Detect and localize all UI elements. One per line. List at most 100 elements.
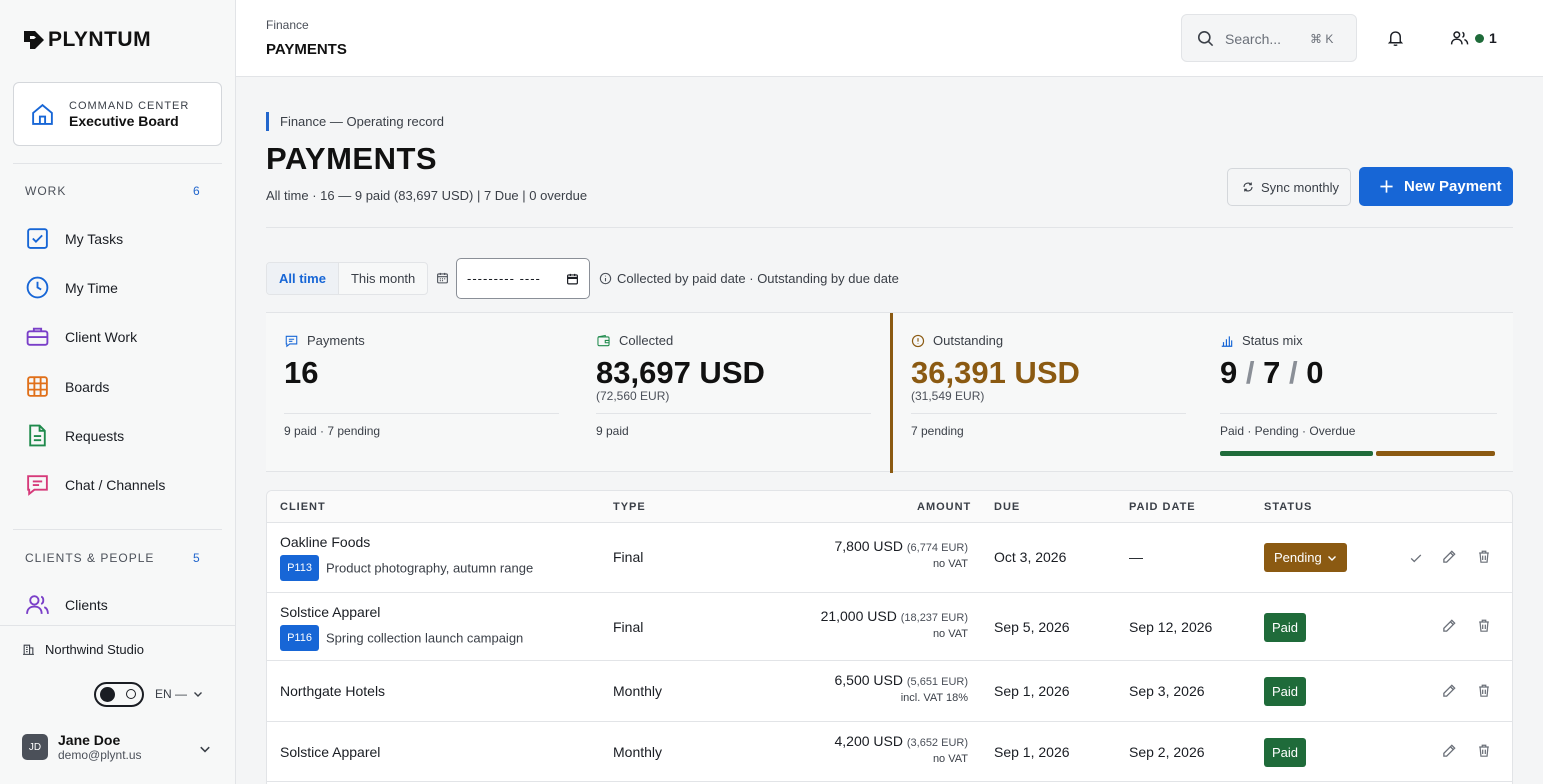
board-icon — [27, 376, 48, 397]
top-bar: Finance PAYMENTS Search... ⌘ K 1 — [236, 0, 1543, 77]
user-menu[interactable]: JD Jane Doe demo@plynt.us — [22, 732, 142, 762]
sidebar-item-requests[interactable]: Requests — [25, 423, 124, 448]
status-badge[interactable]: Paid — [1264, 613, 1307, 642]
table-row[interactable]: Solstice Apparel Monthly 4,200 USD (3,65… — [267, 722, 1512, 782]
stat-divider — [1220, 413, 1497, 414]
status-dropdown[interactable]: Pending — [1264, 543, 1347, 572]
col-paid-date[interactable]: PAID DATE — [1129, 501, 1196, 513]
slash: / — [1289, 355, 1298, 390]
users-icon — [26, 595, 49, 614]
mark-paid-icon[interactable] — [1409, 551, 1423, 565]
client-name[interactable]: Oakline Foods — [280, 534, 370, 550]
vat-note: no VAT — [932, 628, 968, 640]
status-mix-paid-segment — [1220, 451, 1373, 456]
table-row[interactable]: Northgate Hotels Monthly 6,500 USD (5,65… — [267, 661, 1512, 722]
stat-value: 83,697 USD — [596, 355, 765, 390]
project-id-badge[interactable]: P116 — [280, 625, 319, 651]
overdue-count: 0 — [1306, 355, 1324, 390]
sidebar-divider — [13, 163, 222, 164]
sidebar-item-chat[interactable]: Chat / Channels — [25, 472, 165, 497]
calendar-icon[interactable] — [566, 272, 579, 286]
stat-label: Payments — [307, 333, 365, 348]
organization-switcher[interactable]: Northwind Studio — [22, 642, 144, 657]
command-center-title: Executive Board — [69, 113, 179, 129]
breadcrumb[interactable]: Finance — [266, 18, 309, 32]
project-ref: P113 Product photography, autumn range — [280, 555, 533, 581]
stat-status-mix-label-row: Status mix — [1220, 333, 1303, 348]
sidebar-item-boards[interactable]: Boards — [25, 374, 109, 399]
chevron-down-icon[interactable] — [199, 743, 211, 755]
client-name[interactable]: Solstice Apparel — [280, 744, 380, 760]
col-status[interactable]: STATUS — [1264, 501, 1312, 513]
status-mix-pending-segment — [1376, 451, 1495, 456]
edit-icon[interactable] — [1442, 683, 1457, 698]
col-amount[interactable]: AMOUNT — [917, 501, 971, 513]
date-input-value: --------- ---- — [467, 271, 541, 286]
project-id-badge[interactable]: P113 — [280, 555, 319, 581]
date-input[interactable]: --------- ---- — [456, 258, 590, 299]
table-header: CLIENT TYPE AMOUNT DUE PAID DATE STATUS — [267, 491, 1512, 523]
stat-foot: Paid · Pending · Overdue — [1220, 424, 1356, 438]
stat-payments: Payments 16 9 paid · 7 pending — [266, 313, 578, 473]
eyebrow-accent — [266, 112, 269, 131]
delete-icon[interactable] — [1477, 618, 1491, 633]
filter-all-time[interactable]: All time — [267, 263, 339, 294]
sidebar: PLYNTUM COMMAND CENTER Executive Board W… — [0, 0, 236, 784]
sync-monthly-button[interactable]: Sync monthly — [1227, 168, 1351, 206]
checkbox-icon — [27, 228, 48, 249]
status-label: Pending — [1274, 550, 1322, 565]
stat-value: 9 / 7 / 0 — [1220, 355, 1324, 391]
page-eyebrow: Finance — Operating record — [280, 114, 445, 129]
avatar: JD — [22, 734, 48, 760]
status-badge[interactable]: Paid — [1264, 738, 1307, 767]
sidebar-item-clients[interactable]: Clients — [25, 592, 108, 617]
search-icon — [1197, 30, 1214, 47]
col-type[interactable]: TYPE — [613, 501, 646, 513]
sidebar-item-my-tasks[interactable]: My Tasks — [25, 226, 123, 251]
amount-cell: 4,200 USD (3,652 EUR) no VAT — [768, 733, 968, 765]
building-icon — [23, 644, 34, 655]
language-select[interactable]: EN — — [155, 687, 203, 701]
sidebar-item-my-time[interactable]: My Time — [25, 275, 118, 300]
project-ref: P116 Spring collection launch campaign — [280, 625, 523, 651]
online-presence[interactable]: 1 — [1450, 30, 1497, 46]
sidebar-divider — [13, 529, 222, 530]
page-summary: All time · 16 — 9 paid (83,697 USD) | 7 … — [266, 188, 588, 203]
stats-strip: Payments 16 9 paid · 7 pending Collected… — [266, 312, 1513, 473]
amount-eur: (6,774 EUR) — [906, 542, 968, 554]
table-row[interactable]: Oakline Foods P113 Product photography, a… — [267, 523, 1512, 593]
theme-toggle[interactable] — [94, 682, 144, 707]
delete-icon[interactable] — [1477, 683, 1491, 698]
online-count: 1 — [1489, 30, 1497, 46]
bar-chart-icon — [1221, 335, 1233, 347]
stat-payments-label-row: Payments — [284, 333, 365, 348]
brand-logo[interactable]: PLYNTUM — [22, 28, 151, 52]
delete-icon[interactable] — [1477, 743, 1491, 758]
new-payment-button[interactable]: New Payment — [1359, 167, 1513, 206]
status-badge[interactable]: Paid — [1264, 677, 1307, 706]
table-row[interactable]: Solstice Apparel P116 Spring collection l… — [267, 593, 1512, 661]
edit-icon[interactable] — [1442, 743, 1457, 758]
plus-icon — [1380, 180, 1393, 193]
col-due[interactable]: DUE — [994, 501, 1020, 513]
client-name[interactable]: Northgate Hotels — [280, 683, 385, 699]
edit-icon[interactable] — [1442, 618, 1457, 633]
command-center-card[interactable]: COMMAND CENTER Executive Board — [13, 82, 222, 146]
col-client[interactable]: CLIENT — [280, 501, 326, 513]
bell-icon[interactable] — [1386, 28, 1405, 48]
sidebar-item-client-work[interactable]: Client Work — [25, 324, 137, 349]
amount-eur: (3,652 EUR) — [906, 737, 968, 749]
edit-icon[interactable] — [1442, 549, 1457, 564]
info-icon — [599, 272, 612, 285]
filter-this-month[interactable]: This month — [339, 263, 427, 294]
amount-eur: (18,237 EUR) — [900, 612, 968, 624]
sidebar-item-label: My Time — [65, 279, 118, 296]
search-input[interactable]: Search... ⌘ K — [1181, 14, 1357, 62]
language-value: EN — — [155, 687, 188, 701]
stat-foot: 9 paid · 7 pending — [284, 424, 381, 438]
briefcase-icon — [26, 327, 49, 346]
brand-name: PLYNTUM — [48, 28, 152, 51]
delete-icon[interactable] — [1477, 549, 1491, 564]
status-badge[interactable]: Pending — [1264, 543, 1347, 572]
client-name[interactable]: Solstice Apparel — [280, 604, 380, 620]
